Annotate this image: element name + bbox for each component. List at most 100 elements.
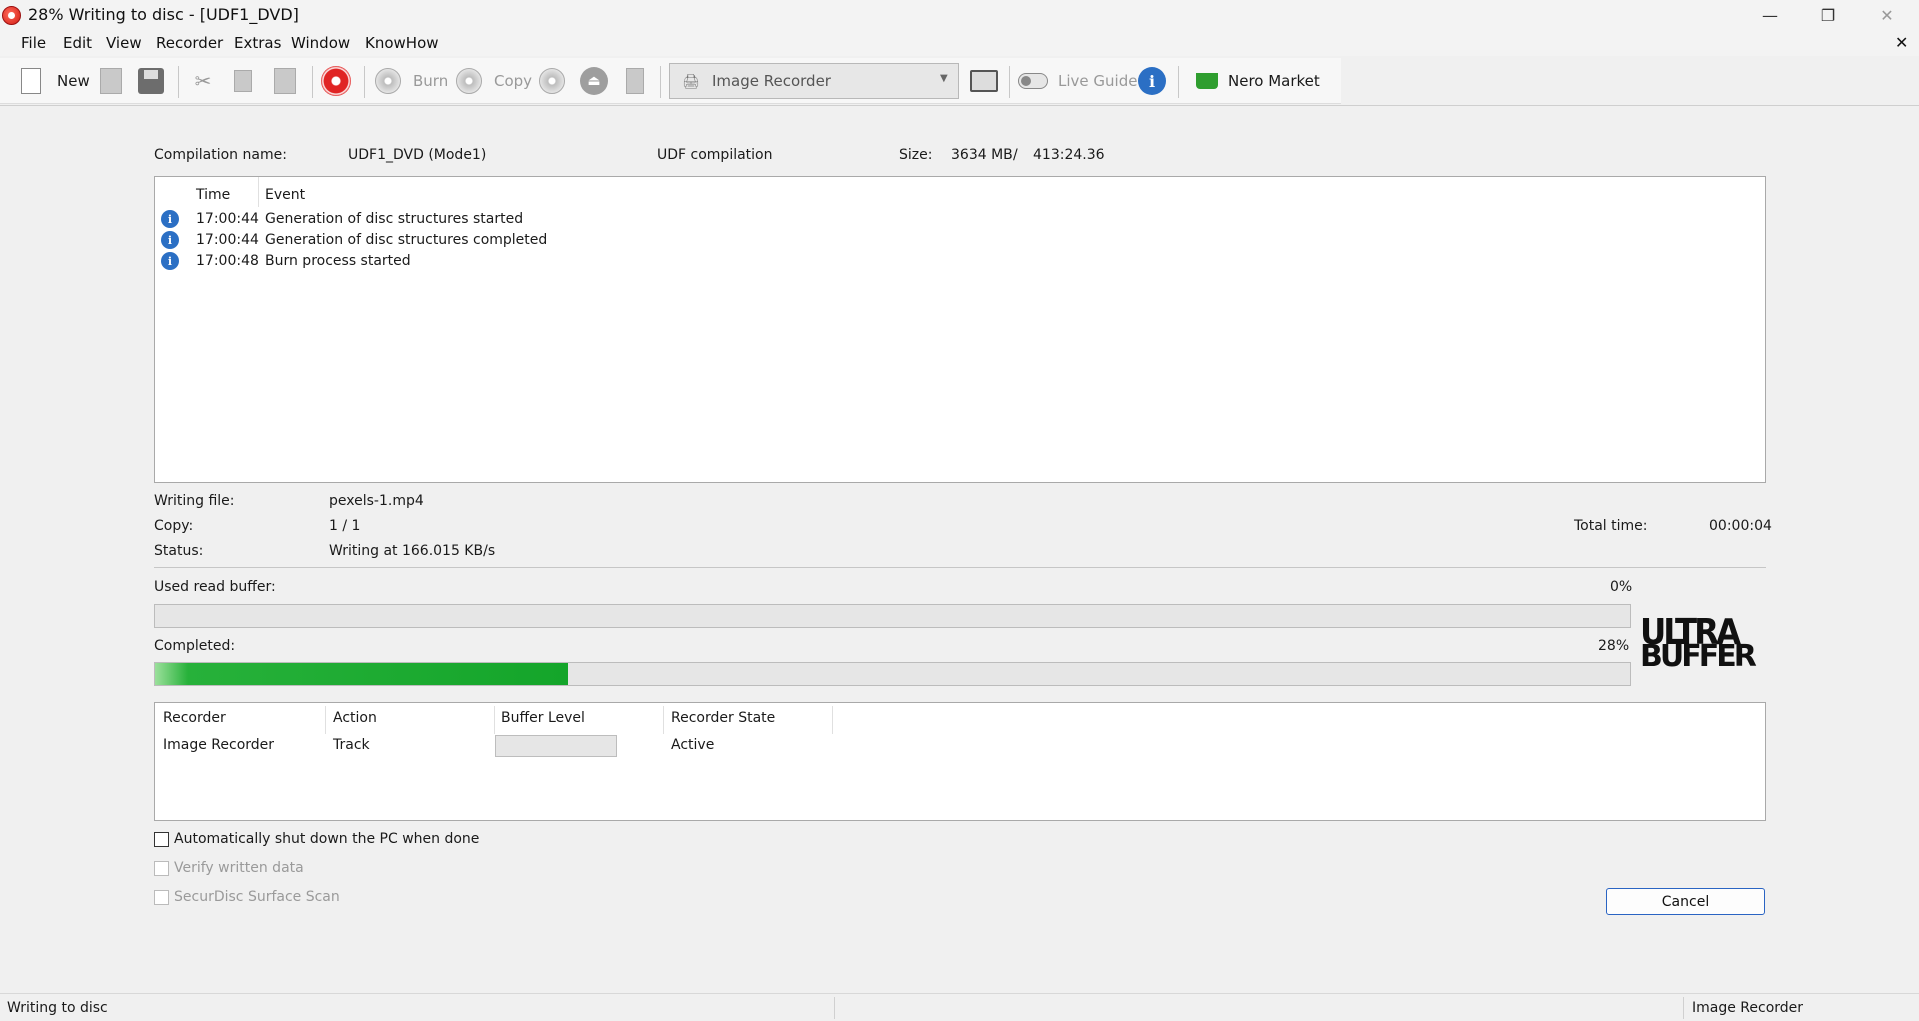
cancel-button[interactable]: Cancel	[1606, 888, 1765, 915]
close-icon: ✕	[1880, 5, 1894, 25]
menu-view[interactable]: View	[106, 34, 142, 52]
live-guide-toggle-icon[interactable]	[1018, 66, 1048, 96]
menu-knowhow[interactable]: KnowHow	[365, 34, 439, 52]
burn-button-label[interactable]: Burn	[413, 72, 448, 90]
action-column-header[interactable]: Action	[333, 710, 377, 726]
shutdown-label[interactable]: Automatically shut down the PC when done	[174, 831, 479, 847]
recorder-state-column-header[interactable]: Recorder State	[671, 710, 775, 726]
compilation-name-label: Compilation name:	[154, 147, 287, 163]
read-buffer-progress-bar	[154, 604, 1631, 628]
recorder-select[interactable]: 🖨 Image Recorder ▼	[669, 63, 959, 99]
status-recorder: Image Recorder	[1692, 1000, 1804, 1016]
verify-checkbox	[154, 861, 169, 876]
save-icon[interactable]	[136, 66, 166, 96]
eject-icon[interactable]: ⏏	[579, 66, 609, 96]
menu-recorder[interactable]: Recorder	[156, 34, 223, 52]
size-separator: /	[1013, 147, 1018, 163]
log-time: 17:00:44	[196, 211, 259, 227]
minimize-icon: —	[1762, 5, 1778, 25]
recorder-cell[interactable]: Image Recorder	[163, 737, 274, 753]
event-log[interactable]: Time Event i 17:00:44 Generation of disc…	[154, 176, 1766, 483]
nero-app-icon	[2, 6, 21, 25]
completed-progress-fill	[155, 663, 568, 685]
total-time-value: 00:00:04	[1709, 518, 1772, 534]
recorder-table[interactable]: Recorder Action Buffer Level Recorder St…	[154, 702, 1766, 821]
status-value: Writing at 166.015 KB/s	[329, 543, 496, 559]
recorder-select-value: Image Recorder	[712, 72, 831, 90]
toolbar-empty-area	[1341, 58, 1919, 104]
securdisc-checkbox	[154, 890, 169, 905]
drive-properties-icon[interactable]	[620, 66, 650, 96]
paste-icon[interactable]	[270, 66, 300, 96]
copy-value: 1 / 1	[329, 518, 361, 534]
open-icon[interactable]	[96, 66, 126, 96]
size-label: Size:	[899, 147, 933, 163]
recorder-column-header[interactable]: Recorder	[163, 710, 226, 726]
column-divider	[325, 706, 326, 734]
size-time: 413:24.36	[1033, 147, 1105, 163]
log-time: 17:00:44	[196, 232, 259, 248]
shutdown-option[interactable]: Automatically shut down the PC when done	[154, 830, 479, 850]
log-row[interactable]: i 17:00:48 Burn process started	[155, 252, 1765, 273]
recorder-state-cell: Active	[671, 737, 715, 753]
new-button-label[interactable]: New	[57, 72, 90, 90]
restore-button[interactable]: ❐	[1803, 0, 1853, 30]
completed-percent: 28%	[1598, 638, 1630, 654]
column-divider	[258, 177, 259, 207]
toolbar-separator	[1009, 66, 1010, 98]
disc-info-icon[interactable]	[537, 66, 567, 96]
menu-window[interactable]: Window	[291, 34, 350, 52]
completed-label: Completed:	[154, 638, 236, 654]
status-separator	[1683, 997, 1684, 1019]
info-icon: i	[161, 231, 179, 249]
status-label: Status:	[154, 543, 204, 559]
close-window-button[interactable]: ✕	[1862, 0, 1912, 30]
burn-icon[interactable]	[373, 66, 403, 96]
close-document-icon[interactable]: ✕	[1895, 33, 1908, 52]
drive-selection-icon[interactable]	[970, 70, 998, 92]
copy-label: Copy:	[154, 518, 194, 534]
buffer-level-column-header[interactable]: Buffer Level	[501, 710, 585, 726]
log-time: 17:00:48	[196, 253, 259, 269]
toolbar-separator	[660, 66, 661, 98]
read-buffer-label: Used read buffer:	[154, 579, 276, 595]
log-event: Burn process started	[265, 253, 411, 269]
completed-progress-bar	[154, 662, 1631, 686]
menu-file[interactable]: File	[21, 34, 46, 52]
toolbar-separator	[312, 66, 313, 98]
log-column-time[interactable]: Time	[196, 187, 230, 203]
divider	[154, 567, 1766, 568]
size-mb: 3634 MB	[951, 147, 1013, 163]
new-icon[interactable]	[16, 66, 46, 96]
compilation-name-value: UDF1_DVD (Mode1)	[348, 147, 487, 163]
status-text: Writing to disc	[7, 1000, 108, 1016]
log-event: Generation of disc structures started	[265, 211, 524, 227]
securdisc-option: SecurDisc Surface Scan	[154, 888, 354, 908]
shutdown-checkbox[interactable]	[154, 832, 169, 847]
info-icon[interactable]: i	[1137, 66, 1167, 96]
log-row[interactable]: i 17:00:44 Generation of disc structures…	[155, 210, 1765, 231]
cut-icon[interactable]: ✂	[188, 66, 218, 96]
log-column-event[interactable]: Event	[265, 187, 305, 203]
nero-burn-icon[interactable]	[321, 66, 351, 96]
verify-option: Verify written data	[154, 859, 354, 879]
column-divider	[832, 706, 833, 734]
menu-bar: File Edit View Recorder Extras Window Kn…	[0, 30, 1919, 56]
securdisc-label: SecurDisc Surface Scan	[174, 889, 340, 905]
compilation-type: UDF compilation	[657, 147, 773, 163]
nero-market-basket-icon[interactable]	[1192, 66, 1222, 96]
chevron-down-icon: ▼	[940, 73, 948, 84]
toolbar-separator	[178, 66, 179, 98]
minimize-button[interactable]: —	[1745, 0, 1795, 30]
copy-button-label[interactable]: Copy	[494, 72, 532, 90]
status-separator	[834, 997, 835, 1019]
copy-files-icon[interactable]	[228, 66, 258, 96]
menu-extras[interactable]: Extras	[234, 34, 281, 52]
copy-disc-icon[interactable]	[454, 66, 484, 96]
nero-market-label[interactable]: Nero Market	[1228, 72, 1320, 90]
verify-label: Verify written data	[174, 860, 304, 876]
status-bar: Writing to disc Image Recorder	[0, 993, 1919, 1021]
menu-edit[interactable]: Edit	[63, 34, 92, 52]
log-row[interactable]: i 17:00:44 Generation of disc structures…	[155, 231, 1765, 252]
live-guide-label[interactable]: Live Guide	[1058, 72, 1137, 90]
